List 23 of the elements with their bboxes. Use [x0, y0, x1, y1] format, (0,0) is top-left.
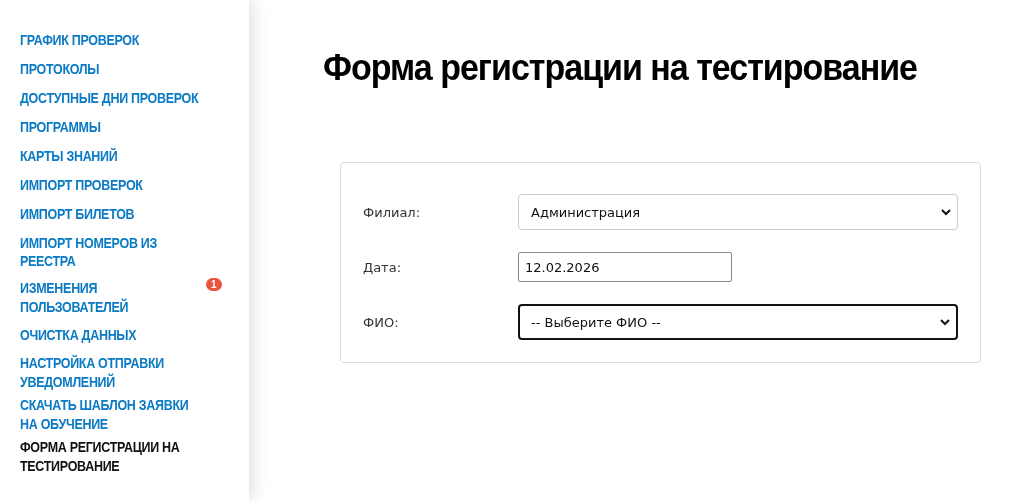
nav-link[interactable]: СКАЧАТЬ ШАБЛОН ЗАЯВКИ НА ОБУЧЕНИЕ: [20, 397, 200, 435]
nav-link[interactable]: ОЧИСТКА ДАННЫХ: [20, 327, 137, 346]
nav-link[interactable]: ИЗМЕНЕНИЯ ПОЛЬЗОВАТЕЛЕЙ: [20, 280, 200, 318]
field-label: Филиал:: [363, 204, 422, 220]
page-title: Форма регистрации на тестирование: [323, 45, 918, 90]
chevron-down-icon: [940, 318, 950, 326]
date-field[interactable]: 12.02.2026: [518, 252, 732, 282]
field-label: ФИО:: [363, 314, 400, 330]
nav-link[interactable]: ГРАФИК ПРОВЕРОК: [20, 32, 140, 51]
nav-link[interactable]: ПРОГРАММЫ: [20, 119, 101, 138]
nav-link[interactable]: НАСТРОЙКА ОТПРАВКИ УВЕДОМЛЕНИЙ: [20, 355, 200, 393]
notification-badge: 1: [206, 278, 222, 291]
nav-link[interactable]: КАРТЫ ЗНАНИЙ: [20, 148, 118, 167]
dropdown-select[interactable]: -- Выберите ФИО --: [518, 304, 958, 340]
nav-link[interactable]: ПРОТОКОЛЫ: [20, 61, 100, 80]
field-label: Дата:: [363, 259, 403, 275]
nav-link[interactable]: ИМПОРТ ПРОВЕРОК: [20, 177, 143, 196]
dropdown-select[interactable]: Администрация: [518, 194, 958, 230]
nav-link[interactable]: ФОРМА РЕГИСТРАЦИИ НА ТЕСТИРОВАНИЕ: [20, 439, 200, 477]
chevron-down-icon: [941, 208, 951, 216]
nav-link[interactable]: ДОСТУПНЫЕ ДНИ ПРОВЕРОК: [20, 90, 199, 109]
nav-link[interactable]: ИМПОРТ БИЛЕТОВ: [20, 206, 135, 225]
nav-link[interactable]: ИМПОРТ НОМЕРОВ ИЗ РЕЕСТРА: [20, 234, 200, 272]
